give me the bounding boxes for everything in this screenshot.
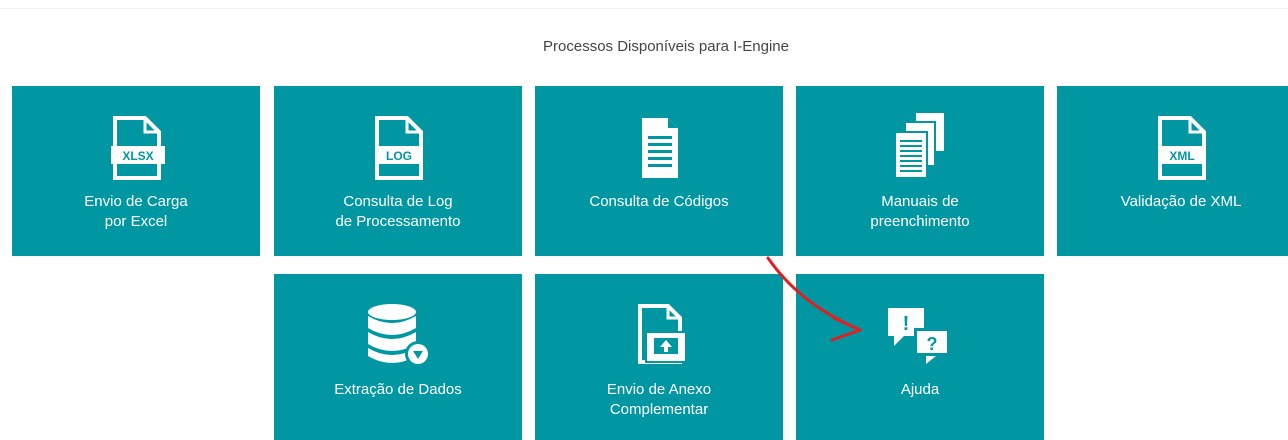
tile-label: Extração de Dados	[334, 381, 462, 398]
tile-manuais-preenchimento[interactable]: Manuais de preenchimento	[796, 86, 1044, 256]
stacked-documents-icon	[796, 111, 1044, 180]
exclamation-mark: !	[903, 313, 910, 335]
upload-attachment-icon	[535, 304, 783, 368]
log-badge: LOG	[386, 149, 412, 163]
database-download-icon	[274, 304, 522, 368]
tile-extracao-dados[interactable]: Extração de Dados	[274, 274, 522, 440]
tile-label: Validação de XML	[1120, 193, 1242, 210]
tile-label: Consulta de Códigos	[589, 193, 729, 210]
tile-ajuda[interactable]: ! ? Ajuda	[796, 274, 1044, 440]
tile-validacao-xml[interactable]: XML Validação de XML	[1057, 86, 1288, 256]
tile-label: Envio de Anexo Complementar	[606, 381, 712, 418]
tile-envio-anexo-complementar[interactable]: Envio de Anexo Complementar	[535, 274, 783, 440]
xml-badge: XML	[1169, 149, 1194, 163]
xml-file-icon: XML	[1057, 116, 1288, 180]
page: Processos Disponíveis para I-Engine XLSX…	[0, 0, 1288, 440]
log-file-icon: LOG	[274, 116, 522, 180]
page-title: Processos Disponíveis para I-Engine	[543, 38, 789, 55]
question-mark: ?	[927, 334, 938, 354]
xlsx-file-icon: XLSX	[12, 116, 260, 180]
tile-consulta-log[interactable]: LOG Consulta de Log de Processamento	[274, 86, 522, 256]
tile-label: Consulta de Log de Processamento	[335, 193, 461, 230]
tile-label: Envio de Carga por Excel	[84, 193, 188, 230]
top-divider	[0, 8, 1288, 9]
tile-consulta-codigos[interactable]: Consulta de Códigos	[535, 86, 783, 256]
xlsx-badge: XLSX	[122, 149, 153, 163]
tile-label: Ajuda	[900, 381, 940, 398]
help-chat-bubbles-icon: ! ?	[796, 304, 1044, 368]
document-lines-icon	[535, 116, 783, 180]
tile-label: Manuais de preenchimento	[870, 193, 970, 230]
tile-envio-carga-excel[interactable]: XLSX Envio de Carga por Excel	[12, 86, 260, 256]
